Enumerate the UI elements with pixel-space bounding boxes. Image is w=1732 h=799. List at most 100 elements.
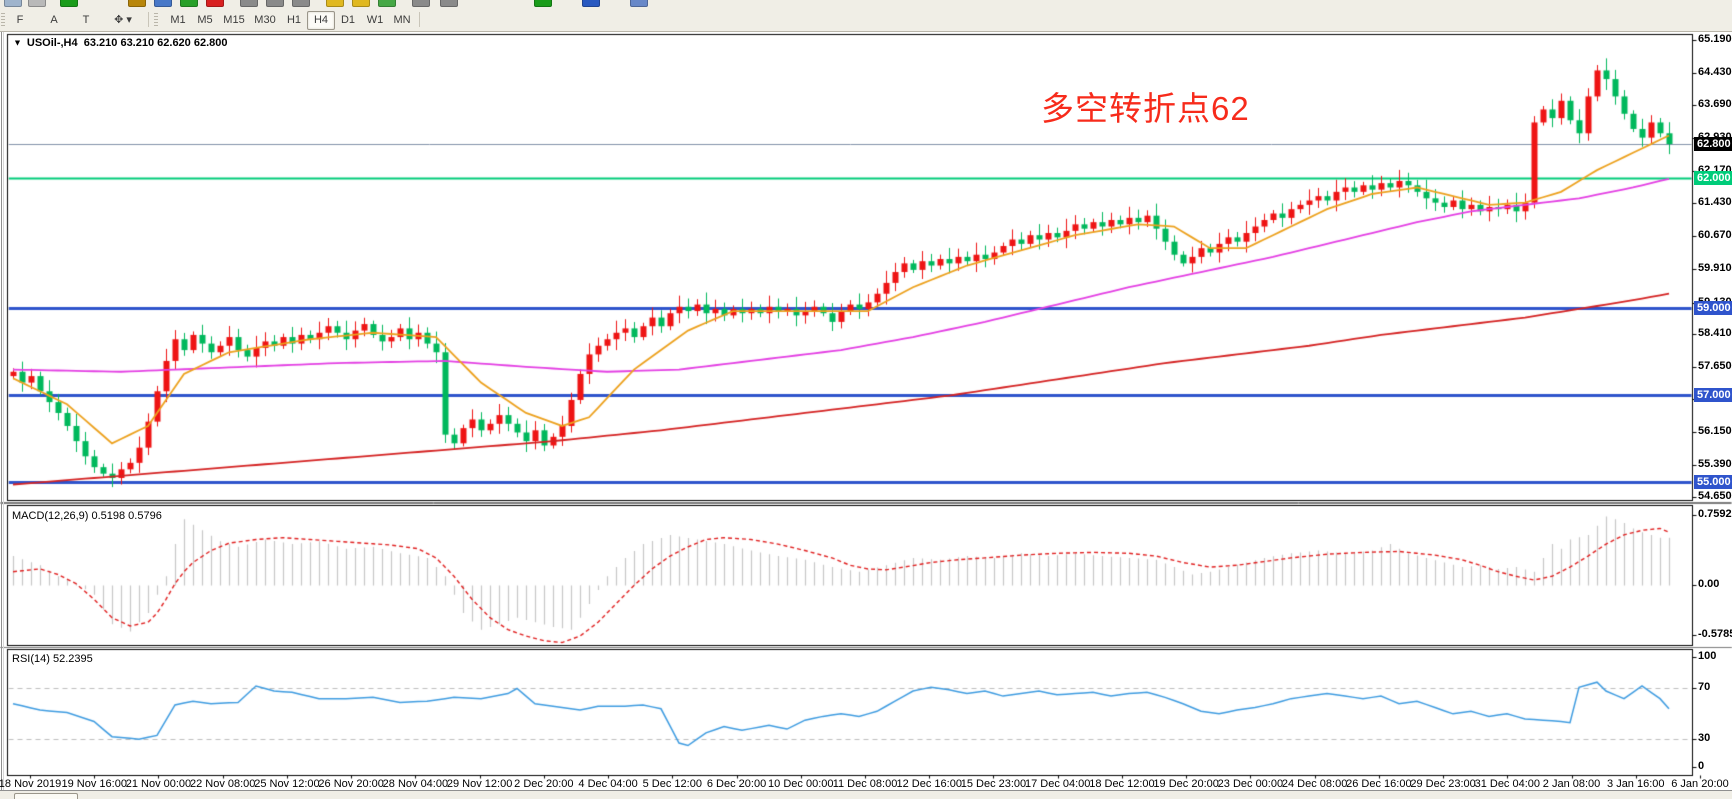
date-axis-label: 29 Nov 12:00 [447, 778, 512, 790]
trading-platform-window: FAT✥ ▾ M1M5M15M30H1H4D1W1MN ▼ USOil-,H4 63… [0, 0, 1732, 799]
date-axis-label: 26 Dec 16:00 [1346, 778, 1411, 790]
date-axis-label: 19 Dec 20:00 [1153, 778, 1218, 790]
toolbar-timeframe-row: FAT✥ ▾ M1M5M15M30H1H4D1W1MN [0, 9, 1732, 32]
template-icon[interactable] [630, 0, 648, 7]
price-axis-label: 63.690 [1698, 98, 1732, 110]
level-price-tag[interactable]: 62.000 [1694, 171, 1732, 185]
stop-icon[interactable] [206, 0, 224, 7]
tool--button[interactable]: ✥ ▾ [104, 11, 142, 30]
toolbar-drag-handle[interactable] [1, 13, 5, 26]
rsi-indicator-label: RSI(14) 52.2395 [12, 653, 93, 665]
period-icon[interactable] [582, 0, 600, 7]
date-axis-label: 10 Dec 00:00 [768, 778, 833, 790]
indicators-icon[interactable] [378, 0, 396, 7]
chart-area: ▼ USOil-,H4 63.210 63.210 62.620 62.800 多… [0, 32, 1732, 799]
date-axis-label: 26 Nov 20:00 [318, 778, 383, 790]
date-axis-label: 25 Nov 12:00 [254, 778, 319, 790]
toolbar-separator [419, 12, 420, 27]
trendline-tool-icon[interactable] [292, 0, 310, 7]
timeframe-m15-button[interactable]: M15 [218, 11, 250, 30]
hline-tool-icon[interactable] [240, 0, 258, 7]
date-axis-label: 19 Nov 16:00 [62, 778, 127, 790]
price-axis-label: 65.190 [1698, 33, 1732, 45]
date-axis-label: 3 Jan 16:00 [1607, 778, 1665, 790]
app-icon[interactable] [128, 0, 146, 7]
toolbar-separator [148, 12, 149, 27]
rsi-axis-label: 70 [1698, 681, 1710, 693]
level-price-tag[interactable]: 57.000 [1694, 388, 1732, 402]
price-axis-label: 60.670 [1698, 229, 1732, 241]
tool-t-button[interactable]: T [72, 11, 100, 30]
tool-a-button[interactable]: A [40, 11, 68, 30]
price-axis-label: 61.430 [1698, 196, 1732, 208]
date-axis-label: 11 Dec 08:00 [833, 778, 898, 790]
new-order-icon[interactable] [60, 0, 78, 7]
crosshair-tool-icon[interactable] [412, 0, 430, 7]
chart-symbol-period: USOil-,H4 [27, 37, 78, 49]
price-axis-label: 59.910 [1698, 262, 1732, 274]
date-axis-label: 17 Dec 04:00 [1025, 778, 1090, 790]
current-price-tag: 62.800 [1694, 137, 1732, 151]
window-left-border-inner [3, 32, 4, 799]
vline-tool-icon[interactable] [266, 0, 284, 7]
price-axis-label: 54.650 [1698, 490, 1732, 502]
date-axis-label: 22 Nov 08:00 [190, 778, 255, 790]
chart-title-caret-icon[interactable]: ▼ [13, 38, 22, 48]
timeframe-w1-button[interactable]: W1 [361, 11, 389, 30]
price-axis-label: 55.390 [1698, 458, 1732, 470]
price-axis-label: 57.650 [1698, 360, 1732, 372]
price-chart-canvas[interactable] [0, 32, 1732, 799]
date-axis-label: 15 Dec 23:00 [961, 778, 1026, 790]
date-axis-label: 12 Dec 16:00 [897, 778, 962, 790]
date-axis-label: 24 Dec 08:00 [1282, 778, 1347, 790]
level-price-tag[interactable]: 55.000 [1694, 475, 1732, 489]
pencil-tool-icon[interactable] [326, 0, 344, 7]
rsi-axis-label: 100 [1698, 650, 1716, 662]
timeframe-m30-button[interactable]: M30 [249, 11, 281, 30]
date-axis-label: 29 Dec 23:00 [1410, 778, 1475, 790]
date-axis-label: 23 Dec 00:00 [1218, 778, 1283, 790]
timeframe-h4-button[interactable]: H4 [307, 11, 335, 30]
date-axis-label: 6 Jan 20:00 [1671, 778, 1729, 790]
date-axis-label: 31 Dec 04:00 [1475, 778, 1540, 790]
chart-tab-usoil[interactable] [14, 793, 78, 799]
chart-window-icon[interactable] [4, 0, 22, 7]
chart-ohlc-values: 63.210 63.210 62.620 62.800 [84, 37, 228, 49]
autotrade-icon[interactable] [154, 0, 172, 7]
rsi-axis-label: 0 [1698, 760, 1704, 772]
timeframe-m5-button[interactable]: M5 [191, 11, 219, 30]
date-axis-label: 18 Nov 2019 [0, 778, 61, 790]
date-axis-label: 21 Nov 00:00 [126, 778, 191, 790]
window-left-border [1, 32, 2, 799]
date-axis-label: 28 Nov 04:00 [383, 778, 448, 790]
timeframe-m1-button[interactable]: M1 [164, 11, 192, 30]
toolbar-drag-handle[interactable] [154, 13, 158, 26]
add-indicator-icon[interactable] [534, 0, 552, 7]
price-axis-label: 58.410 [1698, 327, 1732, 339]
timeframe-h1-button[interactable]: H1 [280, 11, 308, 30]
refresh-icon[interactable] [180, 0, 198, 7]
date-axis-label: 6 Dec 20:00 [707, 778, 766, 790]
chart-title: ▼ USOil-,H4 63.210 63.210 62.620 62.800 [12, 37, 228, 49]
macd-axis-label: 0.00 [1698, 578, 1719, 590]
macd-axis-label: -0.5785 [1698, 628, 1732, 640]
chart-tab-bar [0, 790, 1732, 799]
macd-indicator-label: MACD(12,26,9) 0.5198 0.5796 [12, 510, 162, 522]
date-axis-label: 4 Dec 04:00 [578, 778, 637, 790]
zoom-icon[interactable] [28, 0, 46, 7]
chart-text-annotation: 多空转折点62 [1041, 82, 1250, 130]
timeframe-d1-button[interactable]: D1 [334, 11, 362, 30]
timeframe-mn-button[interactable]: MN [388, 11, 416, 30]
ruler-tool-icon[interactable] [440, 0, 458, 7]
date-axis-label: 18 Dec 12:00 [1089, 778, 1154, 790]
pencil2-tool-icon[interactable] [352, 0, 370, 7]
date-axis-label: 2 Dec 20:00 [514, 778, 573, 790]
price-axis-label: 56.150 [1698, 425, 1732, 437]
date-axis-label: 2 Jan 08:00 [1543, 778, 1601, 790]
rsi-axis-label: 30 [1698, 732, 1710, 744]
macd-axis-label: 0.7592 [1698, 508, 1732, 520]
tool-f-button[interactable]: F [6, 11, 34, 30]
price-axis-label: 64.430 [1698, 66, 1732, 78]
date-axis-label: 5 Dec 12:00 [643, 778, 702, 790]
level-price-tag[interactable]: 59.000 [1694, 301, 1732, 315]
